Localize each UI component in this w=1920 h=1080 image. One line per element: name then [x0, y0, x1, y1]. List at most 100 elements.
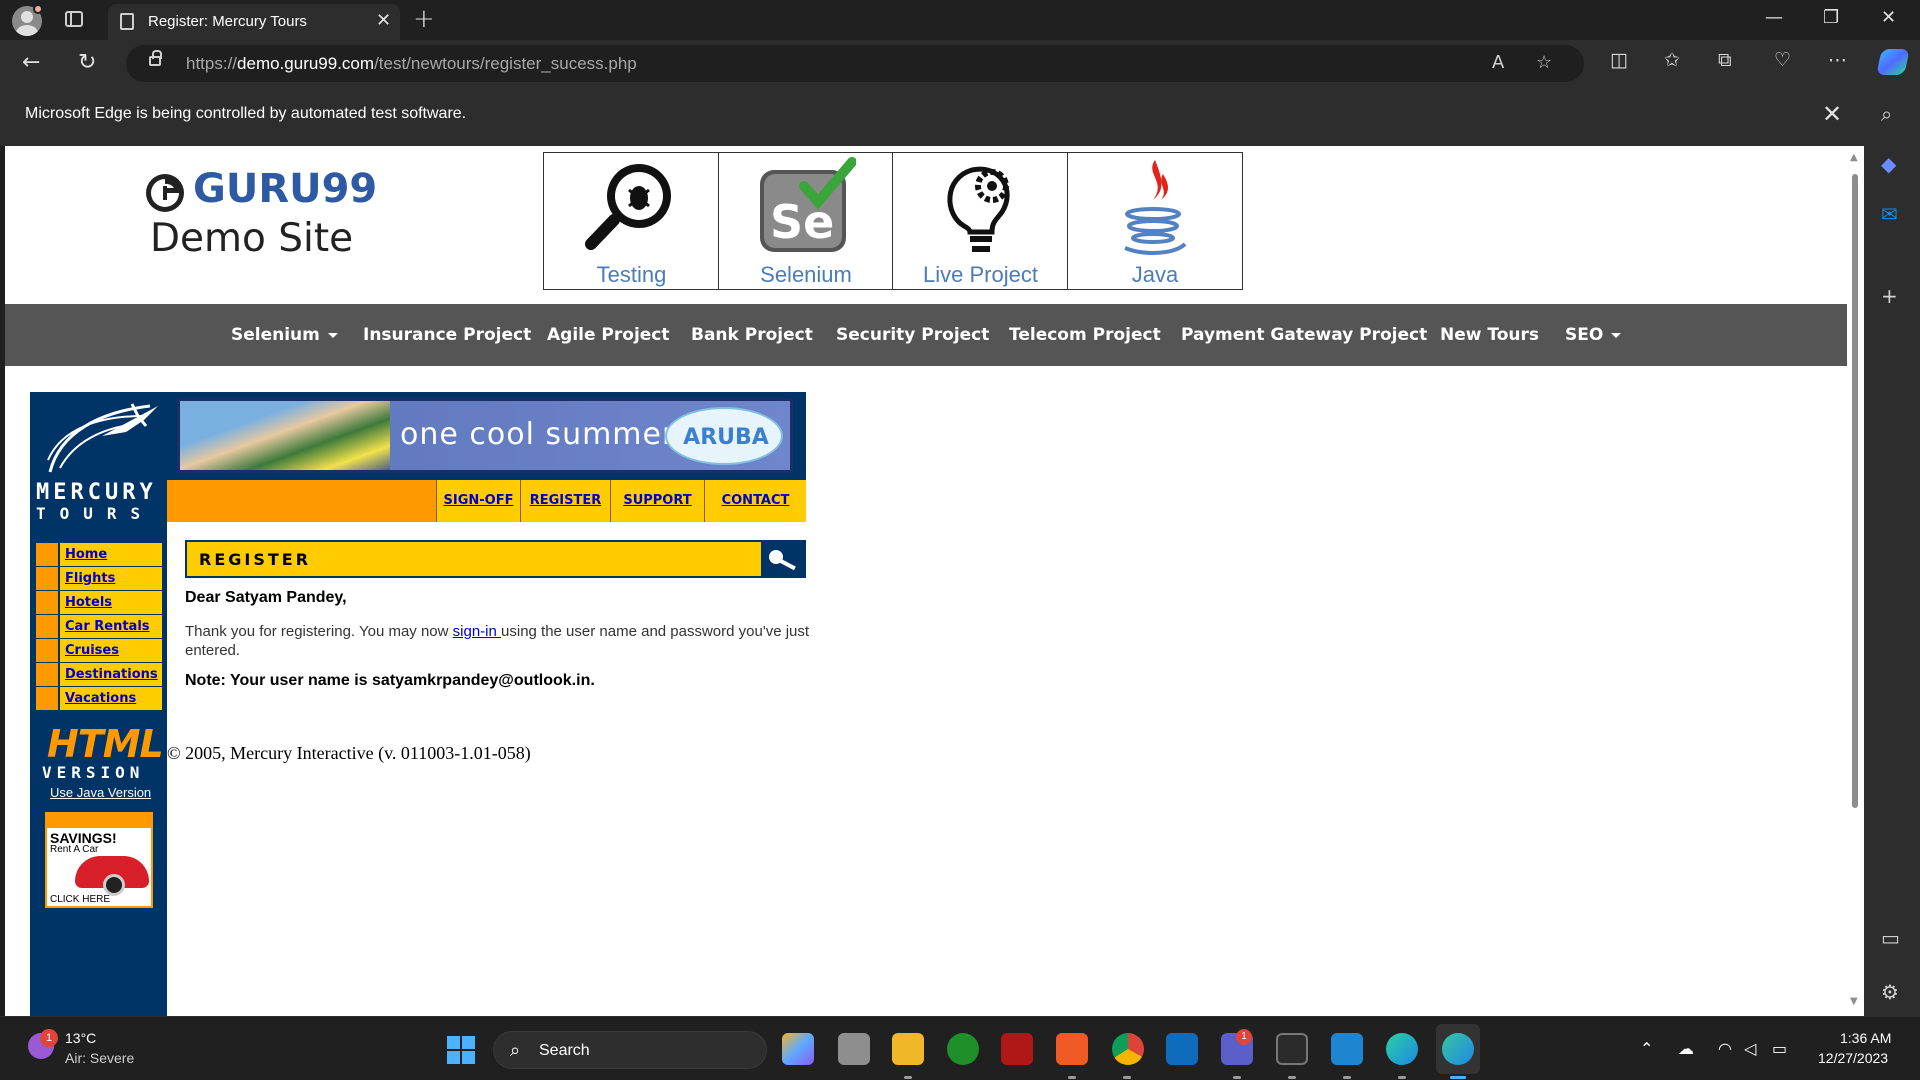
edge-dev-icon[interactable]	[1386, 1033, 1418, 1065]
task-view-icon[interactable]	[838, 1033, 870, 1065]
selenium-logo-icon: Se	[759, 157, 856, 252]
file-explorer-icon[interactable]	[892, 1033, 924, 1065]
nav-register[interactable]: REGISTER	[520, 480, 610, 522]
tile-live-project[interactable]: Live Project	[893, 153, 1068, 289]
side-nav-item-cruises[interactable]: Cruises	[36, 639, 162, 663]
side-nav-item-car-rentals[interactable]: Car Rentals	[36, 615, 162, 639]
cruises-link[interactable]: Cruises	[65, 643, 119, 658]
read-aloud-icon[interactable]: A	[1492, 52, 1504, 73]
profile-status-dot	[33, 4, 43, 14]
clock-time[interactable]: 1:36 AM	[1840, 1030, 1891, 1046]
restore-icon[interactable]: ❐	[1823, 7, 1839, 28]
hotels-link[interactable]: Hotels	[65, 595, 112, 610]
split-screen-icon[interactable]: ◫	[1610, 49, 1628, 71]
weather-description[interactable]: Air: Severe	[65, 1050, 134, 1066]
clock-date[interactable]: 12/27/2023	[1818, 1050, 1888, 1066]
menu-selenium[interactable]: Selenium	[231, 325, 338, 345]
chrome-icon[interactable]	[1112, 1033, 1144, 1065]
guru99-logo-icon[interactable]	[144, 172, 186, 214]
aruba-ad-banner[interactable]: one cool summer ARUBA	[177, 398, 793, 473]
url-text[interactable]: https://demo.guru99.com/test/newtours/re…	[186, 54, 637, 74]
terminal-icon[interactable]	[1276, 1033, 1308, 1065]
xbox-icon[interactable]	[947, 1033, 979, 1065]
side-nav-item-vacations[interactable]: Vacations	[36, 687, 162, 711]
favorite-star-icon[interactable]: ☆	[1536, 52, 1552, 73]
menu-payment-gateway-project[interactable]: Payment Gateway Project	[1181, 325, 1427, 345]
collections-icon[interactable]: ⧉	[1718, 49, 1732, 71]
favorites-icon[interactable]: ✩	[1664, 49, 1680, 71]
menu-insurance-project[interactable]: Insurance Project	[363, 325, 531, 345]
tab-close-icon[interactable]: ✕	[376, 10, 391, 31]
tile-java[interactable]: Java	[1068, 153, 1243, 289]
sign-off-link[interactable]: SIGN-OFF	[437, 493, 520, 508]
taskbar-search-box[interactable]: ⌕ Search	[493, 1031, 767, 1069]
teams-badge: 1	[1236, 1029, 1252, 1045]
menu-security-project[interactable]: Security Project	[836, 325, 989, 345]
edge-icon[interactable]	[1442, 1033, 1474, 1065]
sidebar-copilot-icon[interactable]: ◆	[1881, 152, 1896, 176]
mercury-plane-logo-icon[interactable]	[40, 402, 160, 482]
new-tab-icon[interactable]: +	[413, 4, 435, 34]
browser-essentials-icon[interactable]: ♡	[1774, 49, 1791, 71]
scroll-down-icon[interactable]: ▼	[1850, 996, 1858, 1007]
menu-bank-project[interactable]: Bank Project	[691, 325, 813, 345]
menu-agile-project[interactable]: Agile Project	[547, 325, 670, 345]
refresh-icon[interactable]: ↻	[78, 50, 96, 75]
address-bar[interactable]: https://demo.guru99.com/test/newtours/re…	[126, 45, 1584, 82]
sidebar-add-icon[interactable]: +	[1881, 284, 1898, 308]
more-options-icon[interactable]: ⋯	[1828, 49, 1847, 71]
browser-tab-active[interactable]: Register: Mercury Tours ✕	[108, 4, 400, 40]
copilot-icon[interactable]	[1876, 49, 1910, 75]
vscode-icon[interactable]	[1331, 1033, 1363, 1065]
flights-link[interactable]: Flights	[65, 571, 115, 586]
sidebar-hide-icon[interactable]: ▭	[1881, 926, 1900, 950]
destinations-link[interactable]: Destinations	[65, 667, 158, 682]
support-link[interactable]: SUPPORT	[611, 493, 704, 508]
minimize-icon[interactable]: —	[1765, 7, 1783, 28]
scrollbar-thumb[interactable]	[1852, 174, 1858, 808]
battery-icon[interactable]: ▭	[1772, 1039, 1787, 1058]
volume-icon[interactable]: ◁	[1744, 1039, 1756, 1058]
sidebar-outlook-icon[interactable]: ✉	[1881, 202, 1898, 226]
outlook-icon[interactable]	[1166, 1033, 1198, 1065]
wifi-icon[interactable]: ◠	[1718, 1039, 1732, 1058]
back-icon[interactable]: ←	[22, 50, 40, 75]
side-nav-item-destinations[interactable]: Destinations	[36, 663, 162, 687]
guru99-brand[interactable]: GURU99	[193, 166, 377, 212]
menu-new-tours[interactable]: New Tours	[1440, 325, 1539, 345]
app-red-icon[interactable]	[1001, 1033, 1033, 1065]
vacations-link[interactable]: Vacations	[65, 691, 136, 706]
rent-a-car-ad[interactable]: SAVINGS! Rent A Car CLICK HERE	[45, 812, 153, 908]
infobar-close-icon[interactable]: ✕	[1822, 100, 1842, 128]
nav-contact[interactable]: CONTACT	[704, 480, 806, 522]
tray-overflow-chevron-icon[interactable]: ⌃	[1640, 1039, 1653, 1058]
tab-actions-icon[interactable]	[65, 11, 83, 27]
scroll-up-icon[interactable]: ▲	[1850, 152, 1858, 163]
copilot-preview-app-icon[interactable]	[782, 1033, 814, 1065]
contact-link[interactable]: CONTACT	[705, 493, 806, 508]
car-rentals-link[interactable]: Car Rentals	[65, 619, 150, 634]
tile-testing[interactable]: Testing	[544, 153, 719, 289]
nav-support[interactable]: SUPPORT	[610, 480, 704, 522]
menu-telecom-project[interactable]: Telecom Project	[1009, 325, 1161, 345]
home-link[interactable]: Home	[65, 547, 107, 562]
menu-seo[interactable]: SEO	[1565, 325, 1622, 345]
window-close-icon[interactable]: ✕	[1881, 7, 1896, 28]
register-link[interactable]: REGISTER	[521, 493, 610, 508]
onedrive-icon[interactable]: ☁	[1678, 1039, 1694, 1058]
side-nav-item-flights[interactable]: Flights	[36, 567, 162, 591]
page-scrollbar[interactable]: ▲ ▼	[1847, 146, 1864, 1016]
sign-in-link[interactable]: sign-in	[453, 623, 501, 640]
search-icon: ⌕	[510, 1040, 521, 1061]
lock-icon[interactable]	[149, 50, 162, 66]
brave-browser-icon[interactable]	[1056, 1033, 1088, 1065]
side-nav-item-hotels[interactable]: Hotels	[36, 591, 162, 615]
sidebar-settings-icon[interactable]: ⚙	[1881, 980, 1899, 1004]
weather-temperature[interactable]: 13°C	[65, 1030, 96, 1046]
side-nav-item-home[interactable]: Home	[36, 543, 162, 567]
tile-selenium[interactable]: Se Selenium	[719, 153, 893, 289]
sidebar-search-icon[interactable]: ⌕	[1881, 102, 1892, 126]
use-java-version-link[interactable]: Use Java Version	[50, 785, 151, 800]
windows-start-icon[interactable]	[447, 1036, 475, 1064]
nav-sign-off[interactable]: SIGN-OFF	[436, 480, 520, 522]
